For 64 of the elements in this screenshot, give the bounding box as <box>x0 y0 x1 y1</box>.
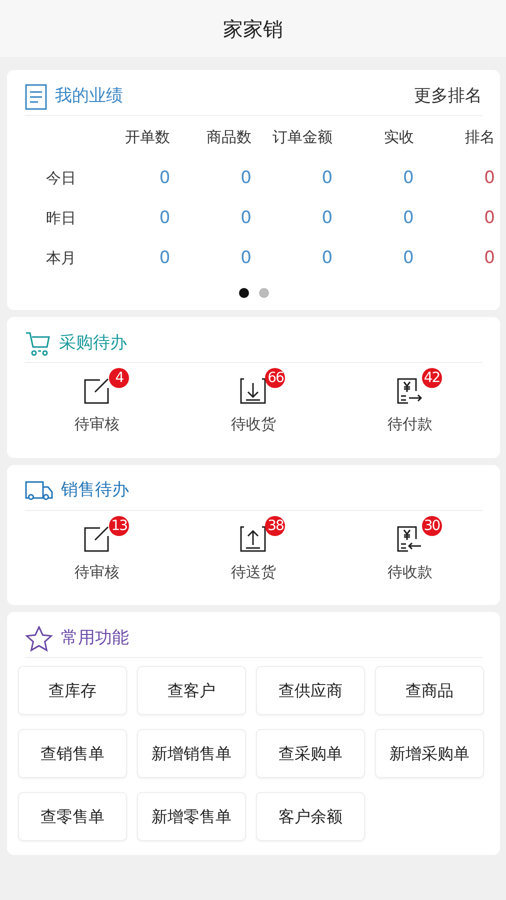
function-button[interactable]: 新增零售单 <box>137 792 246 841</box>
table-cell-text: 0 <box>483 167 495 190</box>
upload-icon[interactable] <box>239 524 268 552</box>
more-rankings-link[interactable]: 更多排名 <box>414 84 482 110</box>
edit-icon[interactable] <box>83 377 112 405</box>
function-button[interactable]: 查客户 <box>137 666 246 715</box>
count-badge: 66 <box>265 368 286 388</box>
page-dot[interactable] <box>238 288 248 298</box>
count-badge: 38 <box>265 516 286 536</box>
row-label: 今日 <box>45 168 77 189</box>
row-label: 本月 <box>45 248 77 269</box>
section-title: 我的业绩 <box>55 84 123 108</box>
truck-icon <box>25 480 53 502</box>
function-button[interactable]: 查销售单 <box>18 729 127 778</box>
section-title: 销售待办 <box>61 479 129 502</box>
table-cell-text: 0 <box>483 207 495 230</box>
function-button[interactable]: 查商品 <box>375 666 484 715</box>
table-cell-text: 0 <box>240 167 252 190</box>
cart-icon <box>25 330 51 356</box>
row-label: 昨日 <box>45 208 77 229</box>
function-button[interactable]: 查供应商 <box>256 666 365 715</box>
todo-label[interactable]: 待审核 <box>74 413 120 436</box>
list-icon <box>25 84 47 110</box>
function-button[interactable]: 查库存 <box>18 666 127 715</box>
table-cell-text: 0 <box>158 207 170 230</box>
function-button[interactable]: 查零售单 <box>18 792 127 841</box>
table-cell-text: 0 <box>158 167 170 190</box>
page-dot[interactable] <box>258 288 268 298</box>
column-header: 商品数 <box>205 127 252 148</box>
todo-label[interactable]: 待付款 <box>387 413 432 436</box>
table-cell-text: 0 <box>240 247 252 270</box>
column-header: 实收 <box>382 127 414 148</box>
function-button[interactable]: 新增销售单 <box>137 729 246 778</box>
table-cell-text: 0 <box>402 167 414 190</box>
todo-label[interactable]: 待送货 <box>230 560 276 583</box>
todo-label[interactable]: 待审核 <box>74 560 120 583</box>
download-icon[interactable] <box>239 377 268 405</box>
count-badge: 42 <box>422 368 442 388</box>
count-badge: 30 <box>422 516 442 536</box>
table-cell-text: 0 <box>483 247 495 270</box>
payment-icon[interactable] <box>396 524 424 552</box>
column-header: 开单数 <box>124 127 170 148</box>
count-badge: 4 <box>109 368 130 388</box>
payment-icon[interactable] <box>396 377 424 405</box>
table-cell-text: 0 <box>320 167 333 190</box>
section-title: 采购待办 <box>59 332 127 355</box>
edit-icon[interactable] <box>83 524 112 552</box>
table-cell-text: 0 <box>320 207 333 230</box>
table-cell-text: 0 <box>402 247 414 270</box>
table-cell-text: 0 <box>320 247 333 270</box>
section-title: 常用功能 <box>61 626 129 650</box>
todo-label[interactable]: 待收款 <box>387 560 432 583</box>
app-title: 家家销 <box>223 16 283 42</box>
todo-label[interactable]: 待收货 <box>230 413 276 436</box>
function-button[interactable]: 新增采购单 <box>375 729 484 778</box>
function-button[interactable]: 查采购单 <box>256 729 365 778</box>
table-cell-text: 0 <box>158 247 170 270</box>
column-header: 排名 <box>464 127 495 148</box>
column-header: 订单金额 <box>272 127 333 148</box>
table-cell-text: 0 <box>240 207 252 230</box>
table-cell-text: 0 <box>402 207 414 230</box>
count-badge: 13 <box>109 516 130 536</box>
star-icon <box>25 626 53 652</box>
function-button[interactable]: 客户余额 <box>256 792 365 841</box>
